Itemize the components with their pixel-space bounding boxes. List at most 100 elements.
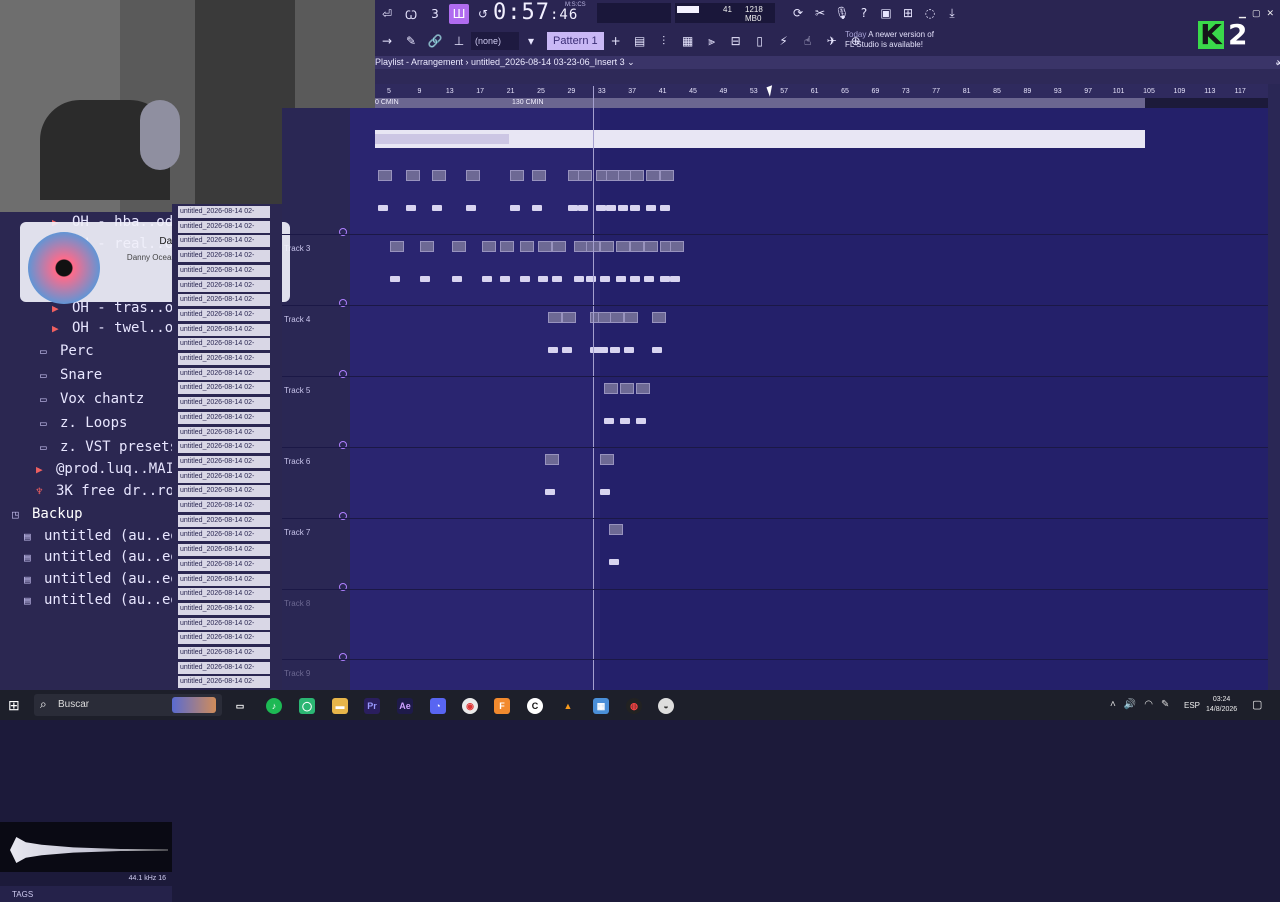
pattern-selector[interactable]: Pattern 1 [547, 32, 604, 50]
add-pattern-icon[interactable]: + [606, 31, 626, 51]
metronome-icon[interactable]: Ꞷ [401, 4, 421, 24]
pattern-clip[interactable] [532, 170, 546, 181]
file-list-item[interactable]: untitled_2026-08-14 02- [178, 206, 270, 218]
windows-start-icon[interactable]: ⊞ [8, 697, 24, 713]
browser-icon[interactable]: ⊟ [726, 31, 746, 51]
file-list-item[interactable]: untitled_2026-08-14 02- [178, 455, 270, 468]
pattern-clip[interactable] [552, 241, 566, 252]
timeline-ruler[interactable]: 5 9 13 17 21 25 29 33 37 41 45 49 53 57 61 65 69 73 77 81 85… [375, 84, 1280, 98]
obs-icon[interactable]: ◍ [626, 698, 642, 714]
paint-icon[interactable]: ✎ [401, 31, 421, 51]
file-list-item[interactable]: untitled_2026-08-14 02- [178, 411, 270, 424]
save-icon[interactable]: ▣ [877, 3, 895, 23]
maximize-icon[interactable]: ▢ [1252, 8, 1261, 19]
plug-icon[interactable]: ⚡ [774, 31, 794, 51]
touch-icon[interactable]: ☝ [798, 31, 818, 51]
pattern-clip[interactable] [562, 312, 576, 323]
file-list-item[interactable]: untitled_2026-08-14 02- [178, 338, 270, 351]
taskbar-clock[interactable]: 03:24 14/8/2026 [1206, 695, 1237, 715]
pattern-clip[interactable] [630, 241, 644, 252]
chevron-up-icon[interactable]: ˄ [1110, 699, 1116, 710]
pattern-clip[interactable] [520, 241, 534, 252]
audio-clip-main[interactable] [375, 130, 1145, 148]
pattern-clip[interactable] [630, 170, 644, 181]
language-indicator[interactable]: ESP [1184, 701, 1200, 710]
arrow-right-icon[interactable]: → [377, 31, 397, 51]
stamp-icon[interactable]: ⊥ [449, 31, 469, 51]
pattern-clip[interactable] [646, 170, 660, 181]
file-list-item[interactable]: untitled_2026-08-14 02- [178, 220, 270, 233]
after-effects-icon[interactable]: Ae [397, 698, 413, 714]
browser-item[interactable]: ▭ z. Loops [40, 415, 127, 431]
file-list-item[interactable]: untitled_2026-08-14 02- [178, 279, 270, 292]
refresh-icon[interactable]: ⟳ [789, 3, 807, 23]
pattern-clip[interactable] [600, 241, 614, 252]
fl-studio-icon[interactable]: F [494, 698, 510, 714]
wifi-icon[interactable]: ◠ [1144, 699, 1153, 710]
browser-item[interactable]: ▭ Snare [40, 367, 102, 383]
playhead[interactable] [593, 86, 594, 690]
file-list-item[interactable]: untitled_2026-08-14 02- [178, 323, 270, 336]
pattern-clip[interactable] [600, 454, 614, 465]
news-panel[interactable]: Today A newer version of FL Studio is av… [845, 30, 934, 50]
file-list-item[interactable]: untitled_2026-08-14 02- [178, 647, 270, 659]
pen-icon[interactable]: ✎ [1161, 699, 1169, 710]
snap-select[interactable]: (none) [471, 32, 519, 50]
channel-rack-icon[interactable]: ⫶ [654, 31, 674, 51]
step-edit-icon[interactable]: Ш [449, 4, 469, 24]
chrome-icon[interactable]: ◉ [462, 698, 478, 714]
file-list-item[interactable]: untitled_2026-08-14 02- [178, 676, 270, 689]
pattern-clip[interactable] [604, 383, 618, 394]
playlist-close-icon[interactable]: ✕ [1276, 58, 1280, 69]
cut-icon[interactable]: ✂ [811, 3, 829, 23]
file-list-item[interactable]: untitled_2026-08-14 02- [178, 382, 270, 395]
file-list-item[interactable]: untitled_2026-08-14 02- [178, 617, 270, 630]
track-name[interactable]: Track 8 [284, 599, 310, 608]
pattern-clip[interactable] [482, 241, 496, 252]
file-list-item[interactable]: untitled_2026-08-14 02- [178, 441, 270, 454]
pattern-clip[interactable] [420, 241, 434, 252]
mixer-icon[interactable]: ⫸ [702, 31, 722, 51]
download-icon[interactable]: ⤓ [943, 3, 961, 23]
pattern-clip[interactable] [500, 241, 514, 252]
file-list-item[interactable]: untitled_2026-08-14 02- [178, 514, 270, 527]
file-list-item[interactable]: untitled_2026-08-14 02- [178, 602, 270, 615]
file-list-item[interactable]: untitled_2026-08-14 02- [178, 661, 270, 674]
link-icon[interactable]: 🔗 [425, 31, 445, 51]
pattern-clip[interactable] [510, 170, 524, 181]
pattern-clip[interactable] [660, 170, 674, 181]
browser-item[interactable]: ▭ z. VST presets [40, 439, 178, 455]
whatsapp-icon[interactable]: ◯ [299, 698, 315, 714]
vertical-scrollbar[interactable] [1268, 84, 1280, 690]
track-name[interactable]: Track 4 [284, 315, 310, 324]
file-list-item[interactable]: untitled_2026-08-14 02- [178, 397, 270, 410]
pattern-clip[interactable] [538, 241, 552, 252]
pattern-clip[interactable] [636, 383, 650, 394]
task-view-icon[interactable]: ▭ [232, 698, 248, 714]
file-list-item[interactable]: untitled_2026-08-14 02- [178, 308, 270, 321]
pattern-clip[interactable] [620, 383, 634, 394]
pattern-clip[interactable] [466, 170, 480, 181]
pattern-clip[interactable] [578, 170, 592, 181]
notification-icon[interactable]: ▢ [1252, 698, 1262, 711]
track-name[interactable]: Track 7 [284, 528, 310, 537]
file-icon[interactable]: ▯ [750, 31, 770, 51]
file-list-item[interactable]: untitled_2026-08-14 02- [178, 250, 270, 263]
help-icon[interactable]: ? [855, 3, 873, 23]
pattern-clip[interactable] [670, 241, 684, 252]
dropdown-icon[interactable]: ▾ [521, 31, 541, 51]
file-list-item[interactable]: untitled_2026-08-14 02- [178, 485, 270, 498]
file-list-item[interactable]: untitled_2026-08-14 02- [178, 235, 270, 248]
pattern-clip[interactable] [548, 312, 562, 323]
discord-icon[interactable]: ◔ [430, 698, 446, 714]
pattern-clip[interactable] [390, 241, 404, 252]
app-icon-2[interactable]: ◒ [658, 698, 674, 714]
taskbar-search[interactable]: ⌕ Buscar [34, 694, 222, 716]
file-list-item[interactable]: untitled_2026-08-14 02- [178, 558, 270, 571]
track-name[interactable]: Track 6 [284, 457, 310, 466]
pattern-clip[interactable] [545, 454, 559, 465]
minimize-icon[interactable]: ▁ [1239, 8, 1246, 19]
pattern-clip[interactable] [610, 312, 624, 323]
pattern-clip[interactable] [406, 170, 420, 181]
chat-icon[interactable]: ◌ [921, 3, 939, 23]
